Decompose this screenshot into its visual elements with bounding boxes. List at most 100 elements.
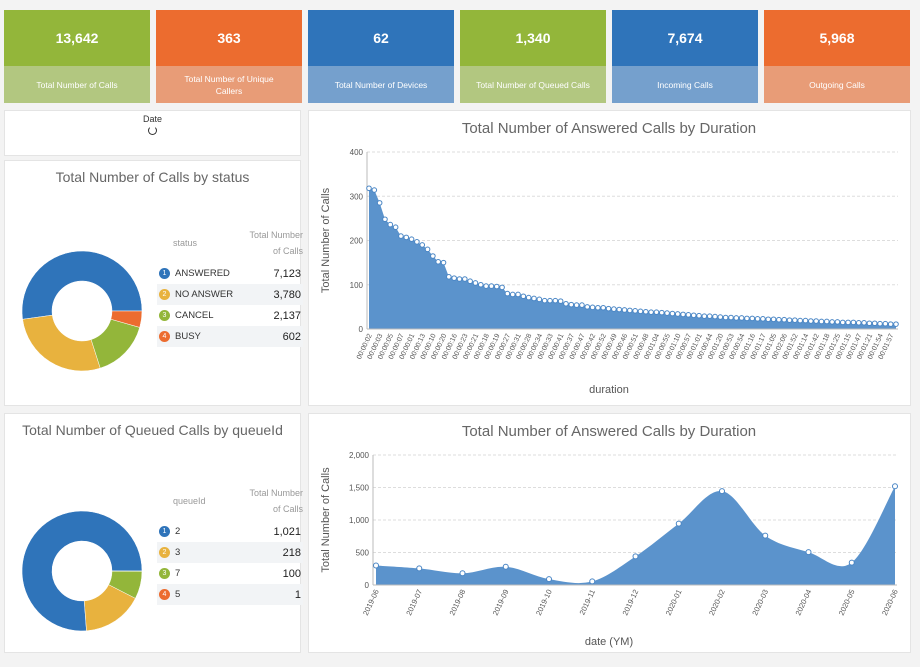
data-point[interactable]	[733, 315, 740, 321]
data-point[interactable]	[531, 295, 537, 302]
data-point[interactable]	[717, 314, 724, 320]
data-point[interactable]	[664, 310, 670, 316]
data-point[interactable]	[525, 294, 532, 301]
data-point[interactable]	[446, 273, 452, 280]
data-point[interactable]	[568, 301, 575, 308]
data-point[interactable]	[808, 318, 814, 324]
data-point[interactable]	[882, 320, 889, 327]
data-point[interactable]	[696, 312, 702, 319]
data-point[interactable]	[371, 187, 378, 193]
data-point[interactable]	[392, 224, 399, 231]
data-point[interactable]	[701, 313, 708, 319]
legend-row[interactable]: 3 CANCEL 2,137	[157, 305, 303, 326]
data-point[interactable]	[515, 291, 521, 298]
data-point[interactable]	[366, 185, 372, 192]
kpi-tile[interactable]: 5,968 Outgoing Calls	[764, 10, 910, 103]
data-point[interactable]	[605, 305, 612, 312]
data-point[interactable]	[802, 317, 809, 324]
legend-row[interactable]: 4 BUSY 602	[157, 326, 303, 347]
data-point[interactable]	[627, 307, 633, 314]
data-point[interactable]	[573, 302, 580, 308]
data-point[interactable]	[600, 304, 607, 311]
kpi-tile[interactable]: 7,674 Incoming Calls	[612, 10, 758, 103]
data-point[interactable]	[861, 320, 867, 326]
data-point[interactable]	[440, 259, 447, 266]
data-point[interactable]	[749, 315, 756, 322]
data-point[interactable]	[690, 312, 697, 319]
data-point[interactable]	[589, 304, 596, 311]
data-point[interactable]	[376, 200, 383, 206]
data-point[interactable]	[887, 321, 894, 327]
data-point[interactable]	[595, 304, 601, 311]
data-point[interactable]	[632, 553, 639, 560]
data-point[interactable]	[893, 321, 899, 327]
data-point[interactable]	[712, 313, 718, 320]
data-point[interactable]	[637, 308, 644, 315]
legend-row[interactable]: 2 3 218	[157, 542, 303, 563]
data-point[interactable]	[738, 315, 745, 321]
data-point[interactable]	[674, 311, 681, 317]
data-point[interactable]	[845, 319, 851, 326]
data-point[interactable]	[430, 253, 436, 259]
data-point[interactable]	[509, 291, 516, 298]
data-point[interactable]	[416, 565, 423, 572]
data-point[interactable]	[488, 283, 495, 289]
data-point[interactable]	[502, 563, 509, 570]
data-point[interactable]	[781, 316, 788, 323]
kpi-tile[interactable]: 13,642 Total Number of Calls	[4, 10, 150, 103]
data-point[interactable]	[504, 290, 511, 297]
data-point[interactable]	[499, 284, 505, 291]
data-point[interactable]	[685, 312, 692, 318]
data-point[interactable]	[546, 576, 552, 583]
data-point[interactable]	[744, 315, 750, 322]
data-point[interactable]	[680, 311, 686, 318]
data-point[interactable]	[493, 283, 500, 290]
data-point[interactable]	[770, 316, 777, 323]
data-point[interactable]	[892, 483, 898, 490]
data-point[interactable]	[435, 258, 442, 265]
data-point[interactable]	[834, 319, 841, 325]
data-point[interactable]	[765, 316, 772, 323]
data-point[interactable]	[520, 293, 527, 300]
data-point[interactable]	[786, 317, 793, 323]
data-point[interactable]	[722, 314, 729, 321]
data-point[interactable]	[866, 320, 873, 327]
data-point[interactable]	[541, 297, 548, 304]
data-point[interactable]	[621, 307, 628, 313]
data-point[interactable]	[728, 314, 734, 321]
data-point[interactable]	[658, 309, 665, 316]
data-point[interactable]	[373, 562, 379, 569]
data-point[interactable]	[419, 242, 426, 248]
data-point[interactable]	[760, 316, 766, 322]
data-point[interactable]	[398, 233, 404, 239]
data-point[interactable]	[382, 216, 388, 223]
data-point[interactable]	[414, 239, 420, 245]
kpi-tile[interactable]: 62 Total Number of Devices	[308, 10, 454, 103]
data-point[interactable]	[563, 300, 569, 307]
date-filter[interactable]: Date	[4, 110, 301, 156]
data-point[interactable]	[855, 320, 862, 326]
data-point[interactable]	[611, 306, 617, 312]
data-point[interactable]	[669, 310, 676, 317]
data-point[interactable]	[719, 488, 725, 495]
data-point[interactable]	[584, 304, 591, 310]
data-point[interactable]	[762, 532, 769, 539]
data-point[interactable]	[472, 280, 479, 286]
data-point[interactable]	[477, 281, 484, 288]
data-point[interactable]	[552, 297, 559, 304]
legend-row[interactable]: 1 ANSWERED 7,123	[157, 263, 303, 284]
data-point[interactable]	[792, 317, 798, 323]
donut-slice[interactable]	[90, 318, 141, 369]
data-point[interactable]	[616, 306, 622, 313]
donut-slice[interactable]	[21, 250, 143, 320]
legend-row[interactable]: 45 1	[157, 584, 303, 605]
data-point[interactable]	[850, 319, 857, 326]
data-point[interactable]	[387, 221, 394, 228]
data-point[interactable]	[805, 549, 812, 556]
data-point[interactable]	[648, 309, 654, 315]
kpi-tile[interactable]: 1,340 Total Number of Queued Calls	[460, 10, 606, 103]
data-point[interactable]	[643, 308, 649, 315]
data-point[interactable]	[848, 559, 855, 566]
data-point[interactable]	[632, 308, 638, 314]
legend-row[interactable]: 2 NO ANSWER 3,780	[157, 284, 303, 305]
